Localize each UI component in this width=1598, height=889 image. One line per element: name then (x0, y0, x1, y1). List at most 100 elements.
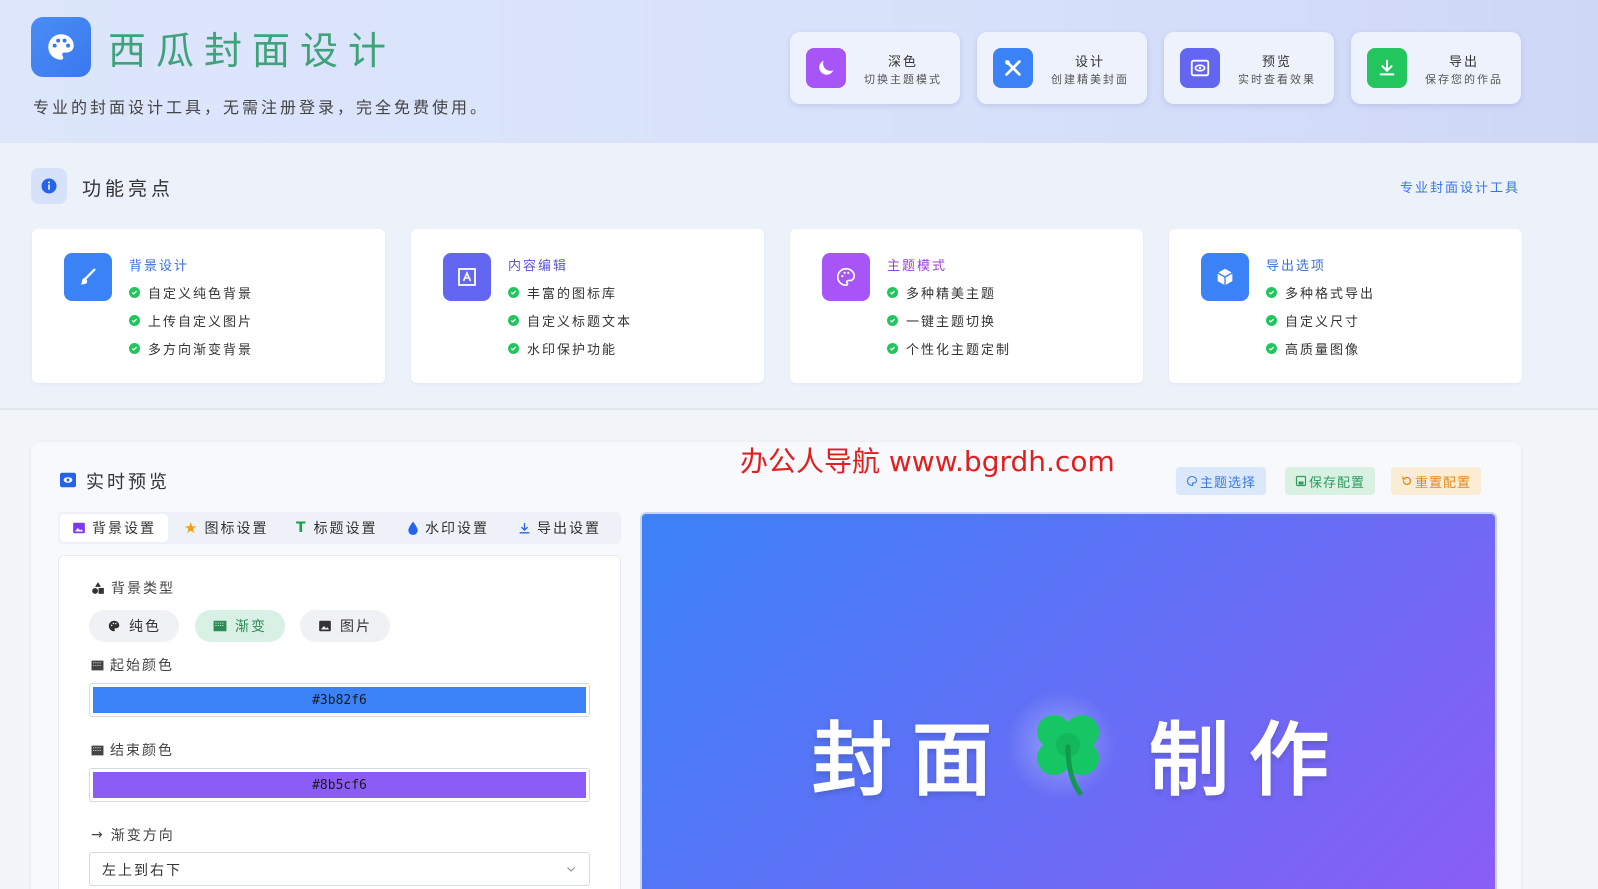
shapes-icon (92, 582, 104, 594)
moon-icon (806, 48, 846, 88)
tab-icon[interactable]: ★ 图标设置 (172, 514, 280, 542)
settings-tabs: 背景设置 ★ 图标设置 T 标题设置 水印设置 导出设置 (58, 512, 621, 544)
save-config-button[interactable]: 保存配置 (1285, 467, 1376, 495)
list-item: 丰富的图标库 (508, 283, 617, 302)
image-icon (73, 522, 85, 534)
feature-card-title: 内容编辑 (508, 259, 569, 274)
start-color-value: #3b82f6 (93, 687, 586, 713)
app-subtitle: 专业的封面设计工具，无需注册登录，完全免费使用。 (33, 98, 490, 117)
save-icon (1295, 475, 1307, 487)
theme-select-button[interactable]: 主题选择 (1176, 467, 1267, 495)
design-button[interactable]: 设计 创建精美封面 (977, 32, 1147, 104)
check-icon (887, 287, 898, 298)
download-icon (519, 522, 530, 533)
logo (31, 17, 91, 77)
list-item: 一键主题切换 (887, 311, 996, 330)
clover-icon (1037, 715, 1099, 796)
check-icon (129, 315, 140, 326)
direction-label: → 渐变方向 (91, 827, 175, 844)
tab-background[interactable]: 背景设置 (60, 514, 168, 542)
start-color-picker[interactable]: #3b82f6 (89, 683, 590, 717)
feature-card-title: 导出选项 (1266, 259, 1327, 274)
tab-title[interactable]: T 标题设置 (284, 514, 390, 542)
export-desc: 保存您的作品 (1425, 73, 1503, 86)
feature-card-title: 主题模式 (887, 259, 948, 274)
preview-desc: 实时查看效果 (1238, 73, 1316, 86)
end-color-label: 结束颜色 (91, 740, 174, 760)
check-icon (508, 315, 519, 326)
preview-title-right: 制作 (1149, 714, 1349, 807)
tab-watermark[interactable]: 水印设置 (395, 514, 501, 542)
check-icon (1266, 287, 1277, 298)
check-icon (508, 343, 519, 354)
check-icon (508, 287, 519, 298)
check-icon (129, 287, 140, 298)
bg-type-solid[interactable]: 纯色 (89, 610, 179, 642)
list-item: 水印保护功能 (508, 339, 617, 358)
start-color-label: 起始颜色 (91, 655, 174, 675)
drop-icon (408, 521, 418, 535)
end-color-picker[interactable]: #8b5cf6 (89, 768, 590, 802)
section-divider (0, 408, 1598, 410)
preview-button[interactable]: 预览 实时查看效果 (1164, 32, 1334, 104)
export-button[interactable]: 导出 保存您的作品 (1351, 32, 1521, 104)
brush-icon (64, 253, 112, 301)
bg-type-image[interactable]: 图片 (300, 610, 390, 642)
watermark-text: 办公人导航 www.bgrdh.com (740, 445, 1115, 478)
design-label: 设计 (1074, 55, 1105, 70)
arrow-right-icon: → (91, 827, 105, 843)
chevron-down-icon (567, 867, 575, 872)
check-icon (1266, 343, 1277, 354)
design-desc: 创建精美封面 (1051, 73, 1129, 86)
preview-label: 预览 (1261, 55, 1292, 70)
dark-mode-button[interactable]: 深色 切换主题模式 (790, 32, 960, 104)
dark-mode-label: 深色 (887, 55, 918, 70)
download-icon (1367, 48, 1407, 88)
reset-config-button[interactable]: 重置配置 (1391, 467, 1482, 495)
preview-title-left: 封面 (812, 714, 1012, 807)
feature-card-background: 背景设计 自定义纯色背景 上传自定义图片 多方向渐变背景 (32, 229, 385, 383)
text-frame-icon (443, 253, 491, 301)
feature-card-export: 导出选项 多种格式导出 自定义尺寸 高质量图像 (1169, 229, 1522, 383)
list-item: 高质量图像 (1266, 339, 1360, 358)
bg-type-gradient[interactable]: 渐变 (195, 610, 285, 642)
tab-export[interactable]: 导出设置 (506, 514, 613, 542)
gradient-icon (91, 745, 104, 755)
direction-value: 左上到右下 (102, 863, 182, 879)
cube-icon (1201, 253, 1249, 301)
feature-card-content: 内容编辑 丰富的图标库 自定义标题文本 水印保护功能 (411, 229, 764, 383)
features-title: 功能亮点 (82, 178, 175, 200)
gradient-icon (91, 660, 104, 670)
list-item: 自定义纯色背景 (129, 283, 253, 302)
info-icon (31, 168, 67, 204)
feature-card-theme: 主题模式 多种精美主题 一键主题切换 个性化主题定制 (790, 229, 1143, 383)
check-icon (887, 343, 898, 354)
star-icon: ★ (184, 519, 200, 537)
header: 西瓜封面设计 专业的封面设计工具，无需注册登录，完全免费使用。 深色 切换主题模… (0, 0, 1598, 143)
bg-type-label: 背景类型 (91, 578, 175, 598)
list-item: 个性化主题定制 (887, 339, 1011, 358)
tools-icon (993, 48, 1033, 88)
palette-icon (48, 34, 74, 60)
eye-icon (59, 472, 77, 492)
check-icon (129, 343, 140, 354)
eye-icon (1180, 48, 1220, 88)
list-item: 上传自定义图片 (129, 311, 253, 330)
list-item: 自定义尺寸 (1266, 311, 1360, 330)
palette-icon (108, 620, 120, 632)
list-item: 自定义标题文本 (508, 311, 632, 330)
palette-icon (1186, 475, 1198, 487)
export-label: 导出 (1448, 55, 1479, 70)
features-link[interactable]: 专业封面设计工具 (1400, 177, 1520, 196)
list-item: 多方向渐变背景 (129, 339, 253, 358)
reset-icon (1402, 476, 1412, 486)
text-icon: T (296, 520, 308, 536)
list-item: 多种精美主题 (887, 283, 996, 302)
check-icon (1266, 315, 1277, 326)
list-item: 多种格式导出 (1266, 283, 1375, 302)
end-color-value: #8b5cf6 (93, 772, 586, 798)
palette-icon (822, 253, 870, 301)
image-icon (319, 620, 331, 632)
gradient-icon (213, 620, 227, 632)
direction-select[interactable]: 左上到右下 (89, 852, 590, 886)
